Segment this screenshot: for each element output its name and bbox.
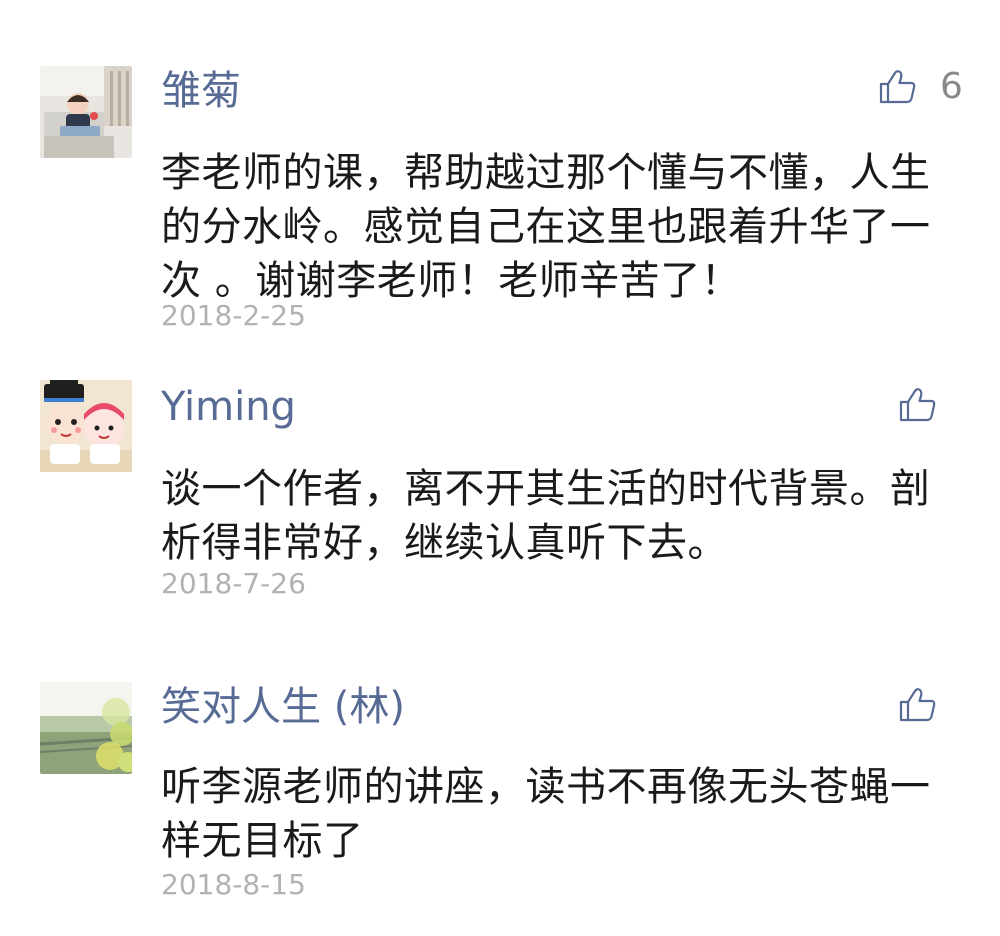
comment-text: 李老师的课，帮助越过那个懂与不懂，人生的分水岭。感觉自己在这里也跟着升华了一次 … [161,150,931,304]
thumbs-up-icon [879,70,916,104]
thumbs-up-icon [899,688,936,722]
avatar-photo-baby [40,66,132,158]
like-count: 6 [940,66,963,107]
like-button[interactable]: 6 [878,62,963,112]
thumbs-up-icon [899,388,936,422]
comment-date: 2018-8-15 [161,868,306,901]
avatar[interactable] [40,682,132,774]
comment-author[interactable]: Yiming [161,382,296,432]
avatar[interactable] [40,66,132,158]
comment-author[interactable]: 雏菊 [161,66,241,116]
avatar-landscape-photo [40,682,132,774]
like-button[interactable] [898,380,938,430]
avatar-cartoon-couple [40,380,132,472]
avatar[interactable] [40,380,132,472]
comment-text: 听李源老师的讲座，读书不再像无头苍蝇一样无目标了 [161,764,931,864]
comment-date: 2018-7-26 [161,567,306,600]
comment-author[interactable]: 笑对人生 (林) [161,682,405,732]
like-button[interactable] [898,680,938,730]
comment-date: 2018-2-25 [161,299,306,332]
comment-text: 谈一个作者，离不开其生活的时代背景。剖析得非常好，继续认真听下去。 [161,466,931,566]
